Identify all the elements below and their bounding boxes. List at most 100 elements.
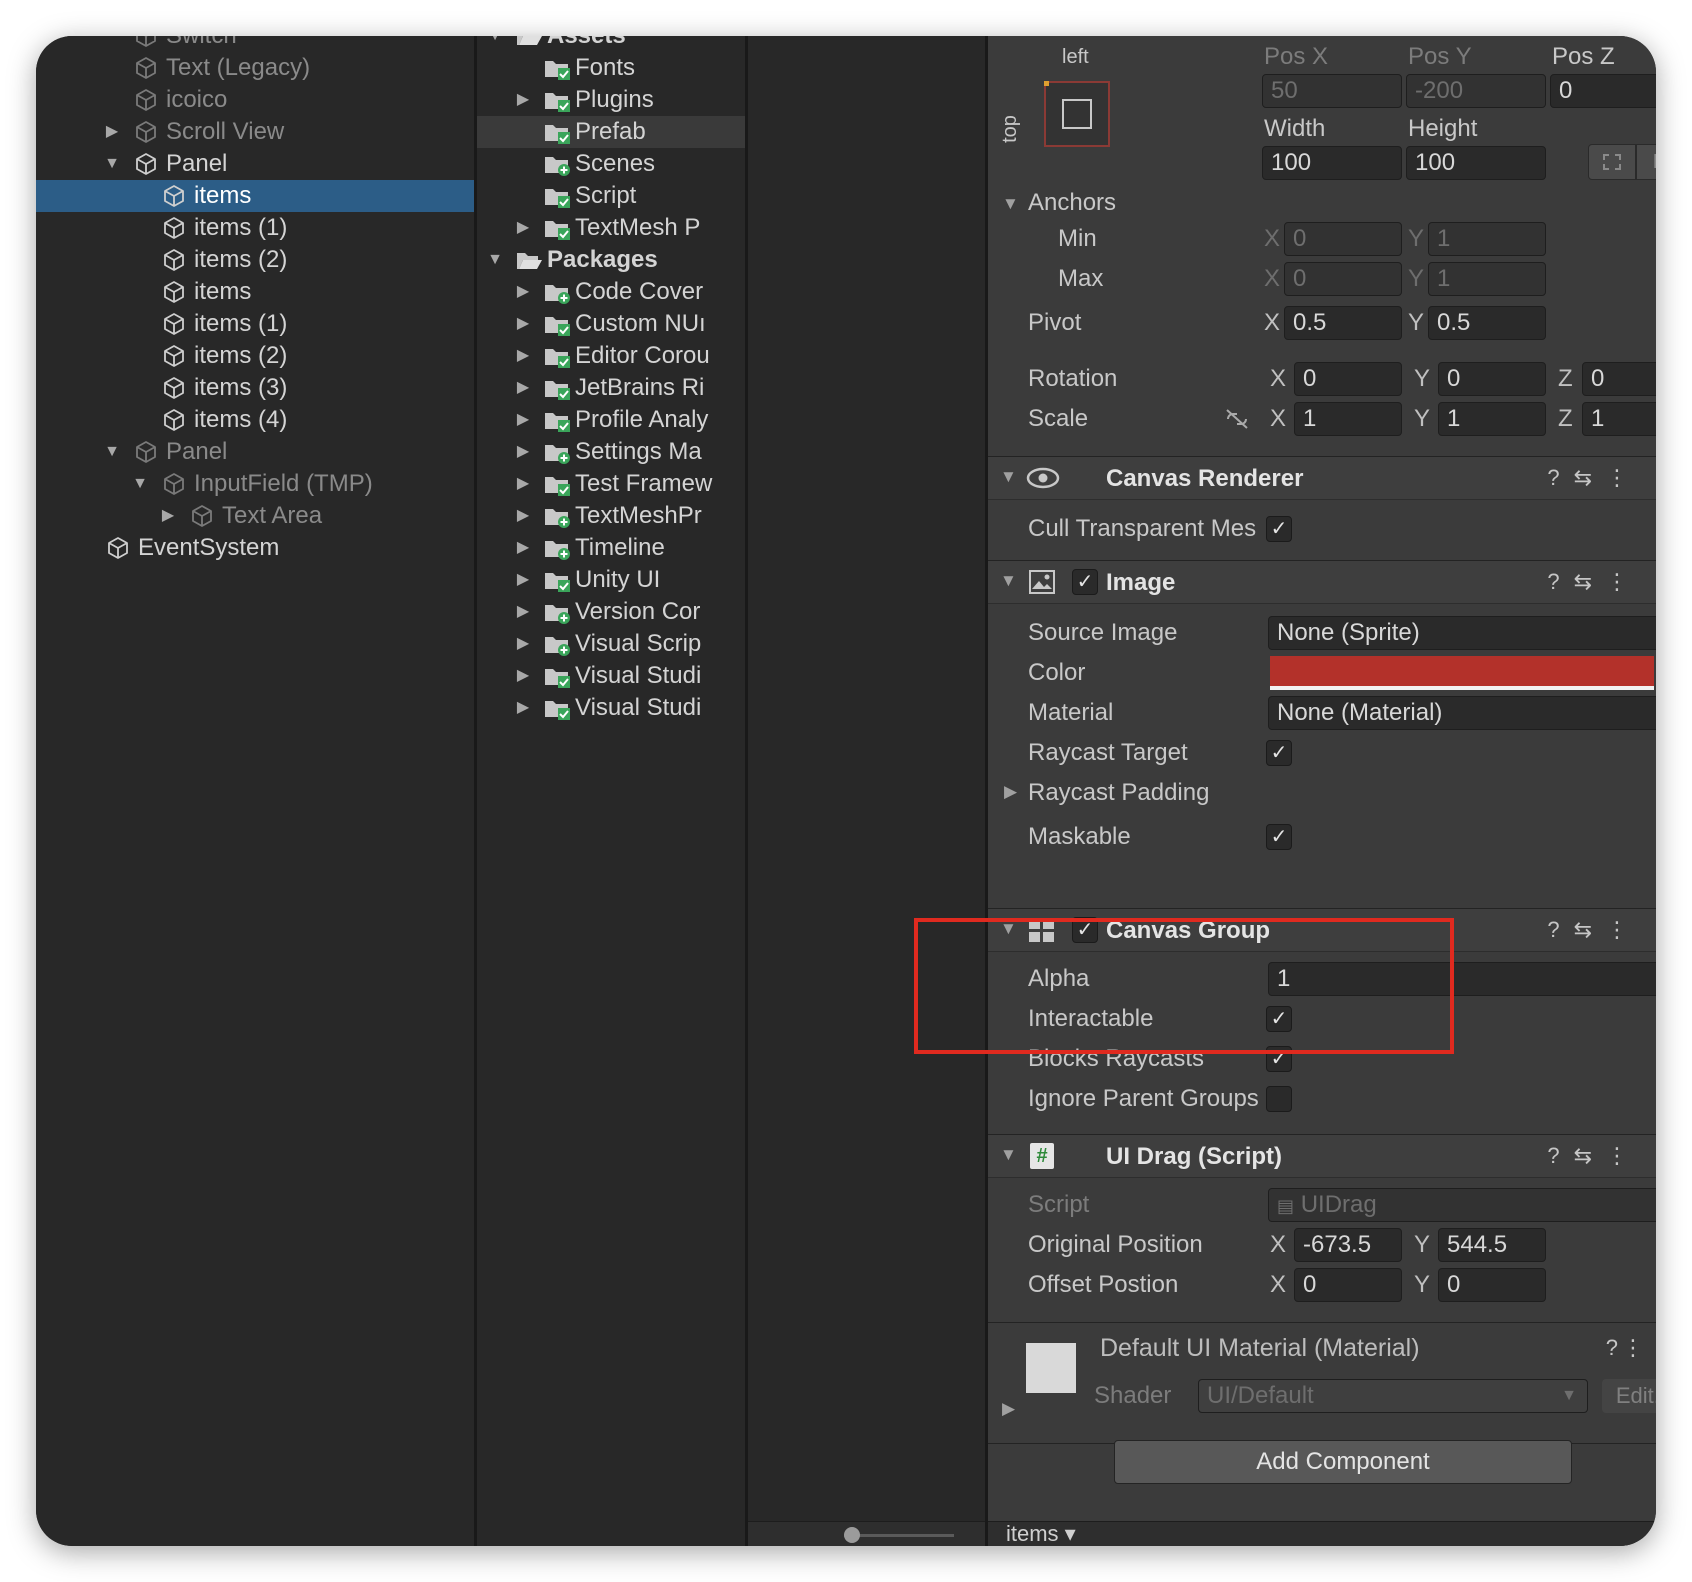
hierarchy-item[interactable]: items (2) (36, 340, 474, 372)
collapse-arrow-icon[interactable]: ▶ (102, 116, 122, 148)
pivot-x-field[interactable]: 0.5 (1284, 306, 1402, 340)
offset-position-y-field[interactable]: 0 (1438, 1268, 1546, 1302)
shader-dropdown[interactable]: UI/Default ▼ (1198, 1379, 1588, 1413)
expand-arrow-icon[interactable]: ▼ (485, 36, 505, 52)
offset-position-x-field[interactable]: 0 (1294, 1268, 1402, 1302)
height-field[interactable]: 100 (1406, 146, 1546, 180)
raw-edit-button[interactable]: R (1636, 144, 1656, 180)
collapse-arrow-icon[interactable]: ▶ (513, 468, 533, 500)
collapse-arrow-icon[interactable]: ▶ (513, 436, 533, 468)
help-icon[interactable]: ? (1547, 917, 1573, 942)
hierarchy-item[interactable]: Text (Legacy) (36, 52, 474, 84)
hierarchy-item[interactable]: items (4) (36, 404, 474, 436)
project-folder-item[interactable]: Scenes (477, 148, 745, 180)
posz-field[interactable]: 0 (1550, 74, 1656, 108)
kebab-menu-icon[interactable]: ⋮ (1622, 1335, 1644, 1361)
shader-edit-button[interactable]: Edit... (1602, 1379, 1656, 1413)
posx-field[interactable]: 50 (1262, 74, 1402, 108)
blueprint-mode-button[interactable] (1588, 144, 1636, 180)
cull-transparent-checkbox[interactable]: ✓ (1266, 516, 1292, 542)
collapse-arrow-icon[interactable]: ▶ (513, 692, 533, 724)
kebab-menu-icon[interactable]: ⋮ (1606, 569, 1642, 594)
image-enabled-checkbox[interactable]: ✓ (1072, 569, 1098, 595)
anchor-min-x-field[interactable]: 0 (1284, 222, 1402, 256)
hierarchy-item[interactable]: items (36, 180, 474, 212)
slider-handle[interactable] (844, 1527, 860, 1543)
raycast-padding-foldout-icon[interactable]: ▶ (1004, 782, 1017, 802)
project-folder-item[interactable]: ▶ Editor Corou (477, 340, 745, 372)
project-folder-item[interactable]: ▶ TextMesh P (477, 212, 745, 244)
collapse-arrow-icon[interactable]: ▶ (513, 596, 533, 628)
width-field[interactable]: 100 (1262, 146, 1402, 180)
component-header-icons[interactable]: ?⇆⋮ (1547, 1143, 1642, 1169)
project-folder-item[interactable]: ▶ Version Cor (477, 596, 745, 628)
project-folder-item[interactable]: Prefab (477, 116, 745, 148)
kebab-menu-icon[interactable]: ⋮ (1606, 1143, 1642, 1168)
add-component-button[interactable]: Add Component (1114, 1440, 1572, 1484)
hierarchy-item[interactable]: items (1) (36, 212, 474, 244)
ignore-parent-groups-checkbox[interactable] (1266, 1086, 1292, 1112)
hierarchy-item[interactable]: items (1) (36, 308, 474, 340)
collapse-arrow-icon[interactable]: ▶ (513, 84, 533, 116)
presets-icon[interactable]: ⇆ (1574, 917, 1606, 942)
collapse-arrow-icon[interactable]: ▶ (513, 660, 533, 692)
project-folder-item[interactable]: ▶ Visual Studi (477, 660, 745, 692)
maskable-checkbox[interactable]: ✓ (1266, 824, 1292, 850)
kebab-menu-icon[interactable]: ⋮ (1606, 917, 1642, 942)
scale-x-field[interactable]: 1 (1294, 402, 1402, 436)
material-field[interactable]: None (Material) ◉ (1268, 696, 1656, 730)
anchor-max-x-field[interactable]: 0 (1284, 262, 1402, 296)
presets-icon[interactable]: ⇆ (1574, 1143, 1606, 1168)
collapse-arrow-icon[interactable]: ▶ (513, 628, 533, 660)
hierarchy-item[interactable]: items (3) (36, 372, 474, 404)
collapse-arrow-icon[interactable]: ▶ (513, 564, 533, 596)
project-folder-item[interactable]: ▶ Custom NUı (477, 308, 745, 340)
anchor-max-y-field[interactable]: 1 (1428, 262, 1546, 296)
hierarchy-item[interactable]: items (2) (36, 244, 474, 276)
component-header-icons[interactable]: ?⇆⋮ (1547, 465, 1642, 491)
expand-arrow-icon[interactable]: ▼ (485, 244, 505, 276)
hierarchy-item[interactable]: Switch (36, 36, 474, 52)
color-swatch[interactable] (1270, 656, 1654, 690)
project-folder-item[interactable]: ▶ Visual Scrip (477, 628, 745, 660)
pivot-y-field[interactable]: 0.5 (1428, 306, 1546, 340)
expand-arrow-icon[interactable]: ▼ (102, 436, 122, 468)
original-position-x-field[interactable]: -673.5 (1294, 1228, 1402, 1262)
project-folder-item[interactable]: ▶ Code Cover (477, 276, 745, 308)
collapse-arrow-icon[interactable]: ▶ (158, 500, 178, 532)
project-folder-item[interactable]: ▶ JetBrains Ri (477, 372, 745, 404)
rotation-z-field[interactable]: 0 (1582, 362, 1656, 396)
ui-drag-header[interactable]: ▼ # UI Drag (Script) ?⇆⋮ (988, 1134, 1656, 1178)
anchor-min-y-field[interactable]: 1 (1428, 222, 1546, 256)
project-folder-item[interactable]: ▶ Plugins (477, 84, 745, 116)
posy-field[interactable]: -200 (1406, 74, 1546, 108)
collapse-arrow-icon[interactable]: ▶ (513, 372, 533, 404)
foldout-icon[interactable]: ▼ (1000, 1145, 1017, 1165)
rotation-y-field[interactable]: 0 (1438, 362, 1546, 396)
anchor-preset-button[interactable] (1044, 81, 1110, 147)
hierarchy-item[interactable]: ▶ Scroll View (36, 116, 474, 148)
scale-y-field[interactable]: 1 (1438, 402, 1546, 436)
expand-arrow-icon[interactable]: ▼ (102, 148, 122, 180)
component-header-icons[interactable]: ?⇆⋮ (1547, 569, 1642, 595)
collapse-arrow-icon[interactable]: ▶ (513, 404, 533, 436)
foldout-icon[interactable]: ▼ (1000, 467, 1017, 487)
scale-z-field[interactable]: 1 (1582, 402, 1656, 436)
project-folder-item[interactable]: ▶ TextMeshPr (477, 500, 745, 532)
collapse-arrow-icon[interactable]: ▶ (513, 308, 533, 340)
collapse-arrow-icon[interactable]: ▶ (513, 500, 533, 532)
presets-icon[interactable]: ⇆ (1574, 465, 1606, 490)
project-folder-item[interactable]: ▼ Assets (477, 36, 745, 52)
foldout-icon[interactable]: ▼ (1000, 571, 1017, 591)
hierarchy-item[interactable]: ▼ Panel (36, 148, 474, 180)
constrain-proportions-icon[interactable] (1224, 408, 1250, 430)
project-folder-item[interactable]: ▶ Test Framew (477, 468, 745, 500)
anchors-foldout-icon[interactable]: ▼ (1002, 194, 1019, 214)
kebab-menu-icon[interactable]: ⋮ (1606, 465, 1642, 490)
help-icon[interactable]: ? (1547, 465, 1573, 490)
image-header[interactable]: ▼ ✓ Image ?⇆⋮ (988, 560, 1656, 604)
collapse-arrow-icon[interactable]: ▶ (513, 340, 533, 372)
original-position-y-field[interactable]: 544.5 (1438, 1228, 1546, 1262)
project-folder-item[interactable]: ▶ Unity UI (477, 564, 745, 596)
material-foldout-icon[interactable]: ▶ (1002, 1399, 1015, 1419)
